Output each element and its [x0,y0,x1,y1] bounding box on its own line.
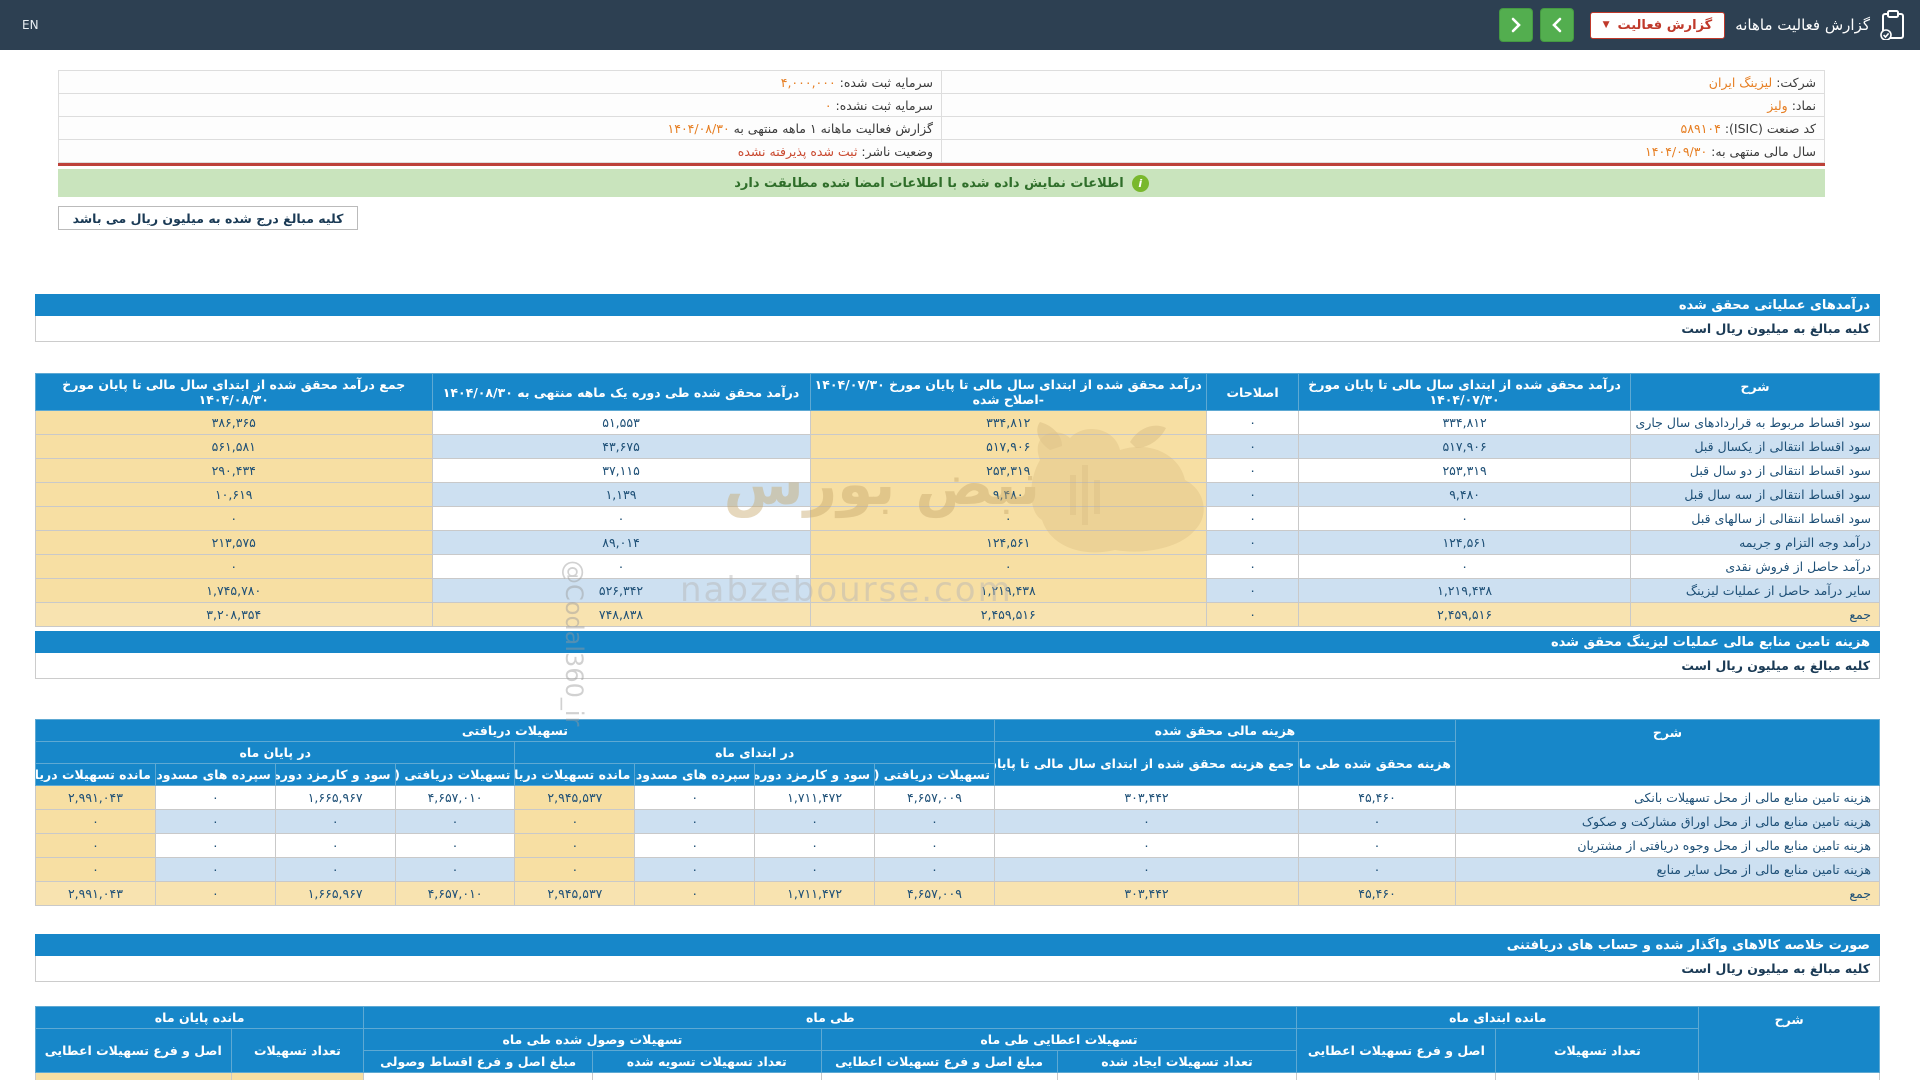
unit-note: کلیه مبالغ به میلیون ریال است [35,316,1880,342]
total-row: جمع۲,۴۵۹,۵۱۶۰۲,۴۵۹,۵۱۶۷۴۸,۸۳۸۳,۲۰۸,۳۵۴ [36,603,1880,627]
col-count-settled: تعداد تسهیلات تسویه شده [592,1051,821,1073]
col-principal-begin: اصل و فرع تسهیلات اعطایی [1297,1029,1496,1073]
chevron-left-icon [1551,17,1563,33]
signature-match-banner: i اطلاعات نمایش داده شده با اطلاعات امضا… [58,169,1825,197]
language-switch[interactable]: EN [22,18,39,32]
col-principal-end: اصل و فرع تسهیلات اعطایی [36,1029,232,1073]
col-sharh: شرح [1455,720,1879,786]
clipboard-icon [1880,10,1906,40]
table-row: هزینه تامین منابع مالی از محل وجوه دریاف… [36,834,1880,858]
page-title: گزارش فعالیت ماهانه [1735,16,1870,34]
prev-report-button[interactable] [1540,8,1574,42]
company-name: لیزینگ ایران [1709,75,1772,90]
group-collected: تسهیلات وصول شده طی ماه [364,1029,821,1051]
total-row: جمع۴۵,۴۶۰۳۰۳,۴۴۲۴,۶۵۷,۰۰۹۱,۷۱۱,۴۷۲۰۲,۹۴۵… [36,882,1880,906]
table-row: درآمد حاصل از فروش نقدی۰۰۰۰۰ [36,555,1880,579]
col-cost-month: هزینه محقق شده طی ماه [1299,742,1456,786]
isic-row: کد صنعت (ISIC): ۵۸۹۱۰۴ [942,117,1825,140]
financing-cost-table: شرح هزینه مالی محقق شده تسهیلات دریافتی … [35,719,1880,906]
chevron-down-icon: ▼ [1603,20,1610,30]
col-count-end: تعداد تسهیلات [231,1029,364,1073]
table-row: هزینه تامین منابع مالی از محل اوراق مشار… [36,810,1880,834]
registered-capital-row: سرمایه ثبت شده: ۴,۰۰۰,۰۰۰ [59,71,942,94]
table-row: سود اقساط انتقالی از سالهای قبل۰۰۰۰۰ [36,507,1880,531]
group-granted: تسهیلات اعطایی طی ماه [821,1029,1297,1051]
section-title-goods-receivables: صورت خلاصه کالاهای واگذار شده و حساب های… [35,934,1880,956]
unit-note: کلیه مبالغ به میلیون ریال است [35,653,1880,679]
col-amount-granted: مبلغ اصل و فرع تسهیلات اعطایی [821,1051,1057,1073]
col-sharh: شرح [1631,374,1880,411]
col-fac-principal-begin: تسهیلات دریافتی (اصل و فرع) [875,764,995,786]
col-count-begin: تعداد تسهیلات [1496,1029,1699,1073]
col-blocked-deposits-end: سپرده های مسدودی [155,764,275,786]
group-end-balance: مانده پایان ماه [36,1007,364,1029]
col-income-adjusted: درآمد محقق شده از ابتدای سال مالی تا پای… [810,374,1206,411]
amounts-unit-box: کلیه مبالغ درج شده به میلیون ریال می باش… [58,206,358,230]
next-report-button[interactable] [1499,8,1533,42]
table-row: سود اقساط مربوط به قراردادهای سال جاری۳۳… [36,411,1880,435]
group-begin-month: در ابتدای ماه [515,742,994,764]
col-income-total: جمع درآمد محقق شده از ابتدای سال مالی تا… [36,374,433,411]
table-row-partial [36,1073,1880,1080]
unit-note: کلیه مبالغ به میلیون ریال است [35,956,1880,982]
info-icon: i [1132,175,1149,192]
issuer-status-row: وضعیت ناشر: ثبت شده پذیرفته نشده [59,140,942,163]
group-financial-cost: هزینه مالی محقق شده [994,720,1455,742]
symbol-row: نماد: ولیز [942,94,1825,117]
report-period-row: گزارش فعالیت ماهانه ۱ ماهه منتهی به ۱۴۰۴… [59,117,942,140]
col-fac-balance-end: مانده تسهیلات دریافتی [36,764,156,786]
col-adjustments: اصلاحات [1206,374,1298,411]
col-blocked-deposits-begin: سپرده های مسدودی [635,764,755,786]
table-row: سود اقساط انتقالی از سه سال قبل۹,۴۸۰۰۹,۴… [36,483,1880,507]
group-end-month: در پایان ماه [36,742,515,764]
section-title-financing-cost: هزینه تامین منابع مالی عملیات لیزینگ محق… [35,631,1880,653]
group-begin-balance: مانده ابتدای ماه [1297,1007,1699,1029]
company-info-table: شرکت: لیزینگ ایران سرمایه ثبت شده: ۴,۰۰۰… [58,70,1825,163]
col-income-month: درآمد محقق شده طی دوره یک ماهه منتهی به … [432,374,810,411]
goods-receivables-table: شرح مانده ابتدای ماه طی ماه مانده پایان … [35,1006,1880,1080]
col-future-interest-end: سود و کارمزد دوره های آتی [275,764,395,786]
red-divider [58,163,1825,166]
fiscal-year-row: سال مالی منتهی به: ۱۴۰۴/۰۹/۳۰ [942,140,1825,163]
table-row: سایر درآمد حاصل از عملیات لیزینگ۱,۲۱۹,۴۳… [36,579,1880,603]
col-income-prev: درآمد محقق شده از ابتدای سال مالی تا پای… [1299,374,1631,411]
operating-income-table: شرح درآمد محقق شده از ابتدای سال مالی تا… [35,373,1880,627]
report-header: شرکت: لیزینگ ایران سرمایه ثبت شده: ۴,۰۰۰… [58,70,1825,230]
col-cost-total: جمع هزینه محقق شده از ابتدای سال مالی تا… [994,742,1298,786]
col-fac-balance-begin: مانده تسهیلات دریافتی [515,764,635,786]
col-count-created: تعداد تسهیلات ایجاد شده [1057,1051,1297,1073]
group-facilities: تسهیلات دریافتی [36,720,995,742]
col-fac-principal-end: تسهیلات دریافتی (اصل و فرع) [395,764,515,786]
top-navbar: گزارش فعالیت ماهانه گزارش فعالیت ▼ EN [0,0,1920,50]
table-row: سود اقساط انتقالی از یکسال قبل۵۱۷,۹۰۶۰۵۱… [36,435,1880,459]
table-row: هزینه تامین منابع مالی از محل سایر منابع… [36,858,1880,882]
chevron-right-icon [1510,17,1522,33]
col-future-interest-begin: سود و کارمزد دوره های آتی [755,764,875,786]
ticker-symbol: ولیز [1767,98,1788,113]
table-row: هزینه تامین منابع مالی از محل تسهیلات با… [36,786,1880,810]
company-row: شرکت: لیزینگ ایران [942,71,1825,94]
unregistered-capital-row: سرمایه ثبت نشده: ۰ [59,94,942,117]
report-type-dropdown[interactable]: گزارش فعالیت ▼ [1590,12,1726,39]
col-amount-collected: مبلغ اصل و فرع اقساط وصولی [364,1051,593,1073]
section-title-operating-income: درآمدهای عملیاتی محقق شده [35,294,1880,316]
table-row: سود اقساط انتقالی از دو سال قبل۲۵۳,۳۱۹۰۲… [36,459,1880,483]
table-row: درآمد وجه التزام و جریمه۱۲۴,۵۶۱۰۱۲۴,۵۶۱۸… [36,531,1880,555]
col-sharh: شرح [1699,1007,1880,1073]
report-type-label: گزارش فعالیت [1617,18,1712,33]
group-during-month: طی ماه [364,1007,1297,1029]
